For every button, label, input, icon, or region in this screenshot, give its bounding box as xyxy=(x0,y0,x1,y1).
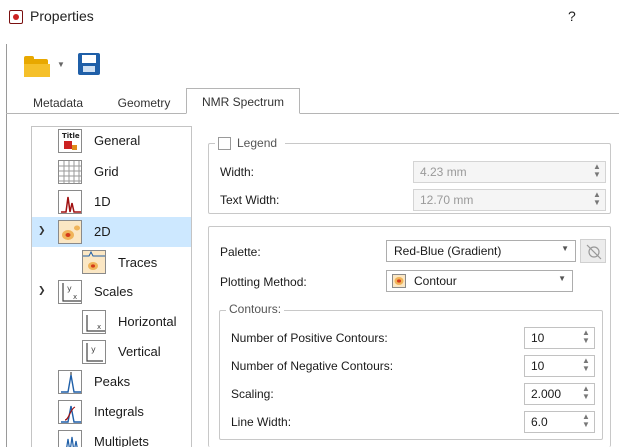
palette-select[interactable]: Red-Blue (Gradient) ▼ xyxy=(386,240,576,262)
negative-contours-label: Number of Negative Contours: xyxy=(231,359,394,373)
width-label: Width: xyxy=(220,165,255,179)
line-width-label: Line Width: xyxy=(231,415,292,429)
svg-text:x: x xyxy=(97,323,101,331)
negative-contours-value: 10 xyxy=(531,359,545,373)
traces-icon xyxy=(82,250,106,274)
spinner-arrows-icon[interactable]: ▲ ▼ xyxy=(580,413,592,431)
text-width-label: Text Width: xyxy=(220,193,280,207)
svg-text:x: x xyxy=(73,293,77,301)
folder-dropdown-arrow-icon[interactable]: ▼ xyxy=(57,60,65,69)
line-width-value: 6.0 xyxy=(531,415,548,429)
tree-item-scales[interactable]: ❯ yx Scales xyxy=(32,277,191,307)
contours-group-title: Contours: xyxy=(229,302,282,316)
legend-width-value: 4.23 mm xyxy=(420,165,467,179)
spinner-arrows-icon[interactable]: ▲ ▼ xyxy=(580,385,592,403)
horizontal-scale-icon: x xyxy=(82,310,106,334)
grid-icon xyxy=(58,160,82,184)
2d-contour-icon xyxy=(58,220,82,244)
peaks-icon xyxy=(58,370,82,394)
tree-item-multiplets[interactable]: Multiplets xyxy=(32,427,191,447)
tree-item-label: Traces xyxy=(118,255,158,270)
tree-item-general[interactable]: Title General xyxy=(32,127,191,157)
tab-metadata[interactable]: Metadata xyxy=(26,92,90,114)
tree-item-label: Scales xyxy=(94,284,134,299)
scaling-field[interactable]: 2.000 ▲ ▼ xyxy=(524,383,595,405)
window-edge xyxy=(6,44,7,447)
negative-contours-field[interactable]: 10 ▲ ▼ xyxy=(524,355,595,377)
tree-item-label: Peaks xyxy=(94,374,131,389)
floppy-disk-icon[interactable] xyxy=(78,53,100,75)
positive-contours-field[interactable]: 10 ▲ ▼ xyxy=(524,327,595,349)
tree-item-peaks[interactable]: Peaks xyxy=(32,367,191,397)
chevron-down-icon[interactable]: ❯ xyxy=(38,285,46,296)
tree-item-label: Vertical xyxy=(118,344,161,359)
legend-text-width-value: 12.70 mm xyxy=(420,193,474,207)
svg-text:y: y xyxy=(67,284,72,293)
tree-item-label: Grid xyxy=(94,164,119,179)
legend-text-width-field[interactable]: 12.70 mm ▲ ▼ xyxy=(413,189,606,211)
1d-spectrum-icon xyxy=(58,190,82,214)
tree-item-label: Horizontal xyxy=(118,314,177,329)
help-button[interactable]: ? xyxy=(568,8,576,24)
tree-item-label: Multiplets xyxy=(94,434,149,447)
tree-item-label: General xyxy=(94,133,141,148)
tree-item-traces[interactable]: Traces xyxy=(32,247,191,277)
properties-app-icon xyxy=(9,10,23,24)
contour-icon xyxy=(392,274,406,288)
tree-item-horizontal[interactable]: x Horizontal xyxy=(32,307,191,337)
multiplets-icon xyxy=(58,430,82,447)
scaling-label: Scaling: xyxy=(231,387,274,401)
svg-text:y: y xyxy=(91,345,96,354)
spinner-arrows-icon[interactable]: ▲ ▼ xyxy=(580,357,592,375)
positive-contours-label: Number of Positive Contours: xyxy=(231,331,388,345)
tree-item-integrals[interactable]: Integrals xyxy=(32,397,191,427)
palette-edit-icon xyxy=(586,244,602,260)
title-bar: Properties ? xyxy=(0,0,619,40)
tab-strip-divider xyxy=(6,113,619,114)
legend-checkbox[interactable] xyxy=(218,137,231,150)
tab-geometry[interactable]: Geometry xyxy=(108,92,180,114)
legend-width-field[interactable]: 4.23 mm ▲ ▼ xyxy=(413,161,606,183)
tree-item-label: Integrals xyxy=(94,404,144,419)
title-icon: Title xyxy=(58,129,82,153)
tree-item-label: 1D xyxy=(94,194,111,209)
legend-group-header: Legend xyxy=(215,135,285,151)
tree-item-label: 2D xyxy=(94,224,111,239)
palette-value: Red-Blue (Gradient) xyxy=(394,244,502,258)
palette-edit-button[interactable] xyxy=(580,239,606,263)
tab-nmr-spectrum[interactable]: NMR Spectrum xyxy=(186,88,300,114)
vertical-scale-icon: y xyxy=(82,340,106,364)
plotting-method-label: Plotting Method: xyxy=(220,275,307,289)
plotting-method-select[interactable]: Contour ▼ xyxy=(386,270,573,292)
svg-text:Title: Title xyxy=(62,132,80,140)
spinner-arrows-icon[interactable]: ▲ ▼ xyxy=(591,163,603,181)
contours-group-header: Contours: xyxy=(226,302,285,317)
tree-item-2d[interactable]: ❯ 2D xyxy=(32,217,191,247)
chevron-down-icon: ▼ xyxy=(561,244,569,253)
plotting-method-value: Contour xyxy=(414,274,457,288)
tree-item-grid[interactable]: Grid xyxy=(32,157,191,187)
chevron-down-icon[interactable]: ❯ xyxy=(38,225,46,236)
integrals-icon xyxy=(58,400,82,424)
palette-label: Palette: xyxy=(220,245,261,259)
tree-item-vertical[interactable]: y Vertical xyxy=(32,337,191,367)
line-width-field[interactable]: 6.0 ▲ ▼ xyxy=(524,411,595,433)
legend-group-title: Legend xyxy=(237,136,278,150)
spinner-arrows-icon[interactable]: ▲ ▼ xyxy=(580,329,592,347)
tree-item-1d[interactable]: 1D xyxy=(32,187,191,217)
scales-icon: yx xyxy=(58,280,82,304)
folder-icon[interactable] xyxy=(22,56,52,78)
spinner-arrows-icon[interactable]: ▲ ▼ xyxy=(591,191,603,209)
chevron-down-icon: ▼ xyxy=(558,274,566,283)
scaling-value: 2.000 xyxy=(531,387,562,401)
positive-contours-value: 10 xyxy=(531,331,545,345)
window-title: Properties xyxy=(30,8,94,24)
settings-tree: Title General Grid 1D ❯ 2D Traces ❯ yx S… xyxy=(31,126,192,447)
